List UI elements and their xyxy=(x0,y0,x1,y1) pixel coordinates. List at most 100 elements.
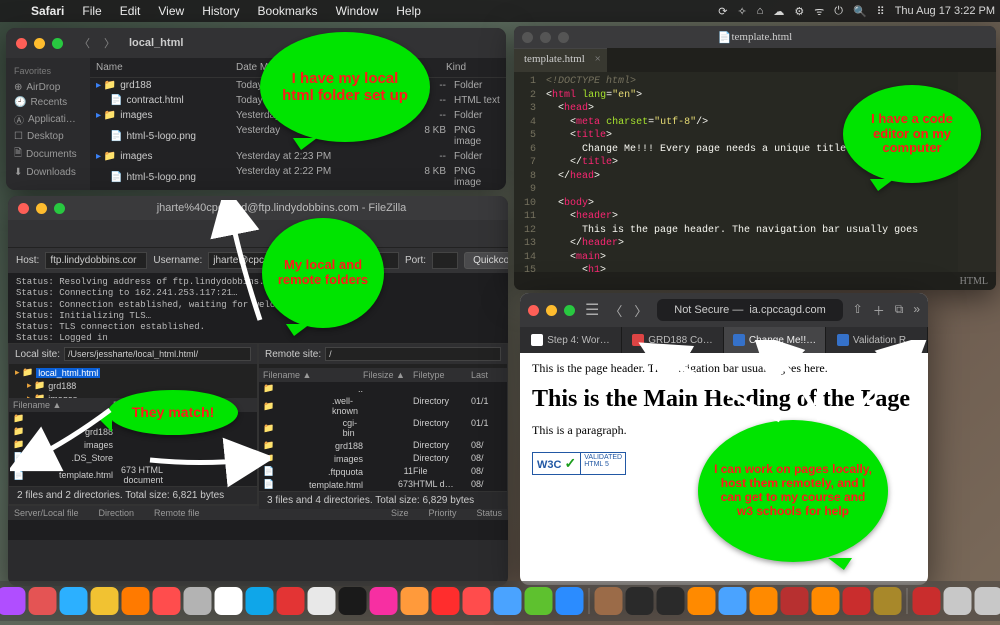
address-bar[interactable]: Not Secure — ia.cpccagd.com xyxy=(657,299,842,321)
finder-row[interactable]: 📄 html-5-logo.pngYesterday at 2:22 PM8 K… xyxy=(90,164,506,190)
overflow-icon[interactable]: » xyxy=(913,302,920,319)
editor-tab[interactable]: template.html× xyxy=(514,48,607,72)
new-tab-icon[interactable]: ＋ xyxy=(873,302,885,319)
dock-app-icon[interactable] xyxy=(595,587,623,615)
list-row[interactable]: 📄 template.html673 HTML document xyxy=(9,464,257,486)
editor-syntax[interactable]: HTML xyxy=(960,276,988,287)
col-header[interactable]: Name xyxy=(96,62,236,73)
forward-button[interactable]: 〉 xyxy=(104,35,115,51)
status-icon[interactable]: ☁ xyxy=(768,5,789,18)
close-icon[interactable]: × xyxy=(595,53,601,65)
dock-app-icon[interactable] xyxy=(308,587,336,615)
browser-tab[interactable]: Step 4: Wor… xyxy=(520,327,622,353)
local-path-input[interactable] xyxy=(64,347,251,361)
dock-app-icon[interactable] xyxy=(626,587,654,615)
back-button[interactable]: 〈 xyxy=(609,301,622,320)
dock-app-icon[interactable] xyxy=(494,587,522,615)
dock-app-icon[interactable] xyxy=(719,587,747,615)
dock-app-icon[interactable] xyxy=(525,587,553,615)
dock-app-icon[interactable] xyxy=(874,587,902,615)
browser-tab[interactable]: Validation R… xyxy=(826,327,928,353)
dock-app-icon[interactable] xyxy=(277,587,305,615)
status-icon[interactable]: ⌂ xyxy=(752,5,769,17)
filezilla-titlebar[interactable]: jharte%40cpccagd@ftp.lindydobbins.com - … xyxy=(8,196,508,220)
list-row[interactable]: 📄 .DS_Store xyxy=(9,451,257,464)
dock-app-icon[interactable] xyxy=(781,587,809,615)
dock-app-icon[interactable] xyxy=(0,587,26,615)
dock-app-icon[interactable] xyxy=(184,587,212,615)
remote-list[interactable]: Filename ▲Filesize ▲FiletypeLast 📁 ..📁 .… xyxy=(259,368,507,491)
dock-app-icon[interactable] xyxy=(215,587,243,615)
share-icon[interactable]: ⇧ xyxy=(853,302,863,319)
browser-tab[interactable]: GRD188 Co… xyxy=(622,327,724,353)
editor-titlebar[interactable]: 📄 template.html xyxy=(514,26,996,48)
dock-app-icon[interactable] xyxy=(401,587,429,615)
browser-tab[interactable]: Change Me!!… xyxy=(724,327,826,353)
status-icon[interactable]: ⚙ xyxy=(789,5,809,18)
dock-app-icon[interactable] xyxy=(370,587,398,615)
list-row[interactable]: 📁 grd188Directory08/ xyxy=(259,439,507,452)
control-center-icon[interactable]: ⠿ xyxy=(872,5,890,18)
dock-app-icon[interactable] xyxy=(246,587,274,615)
dock-app-icon[interactable] xyxy=(944,587,972,615)
dock-app-icon[interactable] xyxy=(975,587,1000,615)
list-row[interactable]: 📁 .. xyxy=(259,382,507,395)
back-button[interactable]: 〈 xyxy=(79,35,90,51)
menubar-clock[interactable]: Thu Aug 17 3:22 PM xyxy=(890,5,1000,17)
sidebar-item[interactable]: 🗎 Documents xyxy=(14,144,82,165)
list-row[interactable]: 📁 images xyxy=(9,438,257,451)
wifi-icon[interactable]: ᯤ xyxy=(809,4,829,19)
dock-app-icon[interactable] xyxy=(812,587,840,615)
quickconnect-button[interactable]: Quickco xyxy=(464,252,508,269)
sidebar-item[interactable]: ☐ Desktop xyxy=(14,129,82,144)
dock-app-icon[interactable] xyxy=(657,587,685,615)
port-input[interactable] xyxy=(432,252,458,269)
menubar-item[interactable]: Help xyxy=(387,4,430,18)
dock-app-icon[interactable] xyxy=(843,587,871,615)
sidebar-item[interactable]: 🕘 Recents xyxy=(14,95,82,110)
col-header[interactable]: Kind xyxy=(446,62,500,73)
filezilla-toolbar[interactable] xyxy=(8,220,508,248)
status-icon[interactable]: ⟳ xyxy=(713,5,732,18)
traffic-lights[interactable] xyxy=(528,305,575,316)
w3c-badge[interactable]: W3C ✓ VALIDATEDHTML 5 xyxy=(532,452,626,475)
list-row[interactable]: 📁 imagesDirectory08/ xyxy=(259,452,507,465)
dock-app-icon[interactable] xyxy=(688,587,716,615)
menubar-item[interactable]: Window xyxy=(327,4,388,18)
menubar-item[interactable]: Edit xyxy=(111,4,150,18)
tabs-icon[interactable]: ⧉ xyxy=(895,302,904,319)
status-icon[interactable]: ✧ xyxy=(732,5,751,18)
menubar-item[interactable]: History xyxy=(193,4,248,18)
dock-app-icon[interactable] xyxy=(913,587,941,615)
sidebar-item[interactable]: ⬇ Downloads xyxy=(14,165,82,180)
sidebar-item[interactable]: Ⓐ Applicati… xyxy=(14,110,82,129)
forward-button[interactable]: 〉 xyxy=(634,301,647,320)
menubar-app[interactable]: Safari xyxy=(22,4,73,18)
dock-app-icon[interactable] xyxy=(153,587,181,615)
list-row[interactable]: 📄 template.html673HTML d…08/ xyxy=(259,478,507,491)
menubar-item[interactable]: View xyxy=(149,4,193,18)
list-row[interactable]: 📁 cgi-binDirectory01/1 xyxy=(259,417,507,439)
dock-app-icon[interactable] xyxy=(556,587,584,615)
dock-app-icon[interactable] xyxy=(122,587,150,615)
sidebar-item[interactable]: ⊕ AirDrop xyxy=(14,80,82,95)
battery-icon[interactable]: ⏻ xyxy=(829,5,848,18)
menubar-item[interactable]: File xyxy=(73,4,110,18)
dock-app-icon[interactable] xyxy=(339,587,367,615)
finder-row[interactable]: ▸ 📁 imagesYesterday at 2:23 PM--Folder xyxy=(90,149,506,164)
dock-app-icon[interactable] xyxy=(432,587,460,615)
list-row[interactable]: 📁 .well-knownDirectory01/1 xyxy=(259,395,507,417)
local-tree[interactable]: ▸ 📁 local_html.html▸ 📁 grd188▸ 📁 images▸… xyxy=(9,364,257,398)
dock-app-icon[interactable] xyxy=(463,587,491,615)
search-icon[interactable]: 🔍 xyxy=(848,5,872,18)
dock-app-icon[interactable] xyxy=(60,587,88,615)
dock-app-icon[interactable] xyxy=(750,587,778,615)
finder-titlebar[interactable]: 〈〉 local_html xyxy=(6,28,506,58)
menubar-item[interactable]: Bookmarks xyxy=(249,4,327,18)
sidebar-icon[interactable]: ☰ xyxy=(585,300,599,320)
dock-app-icon[interactable] xyxy=(91,587,119,615)
remote-path-input[interactable] xyxy=(325,347,501,361)
traffic-lights[interactable] xyxy=(16,38,63,49)
host-input[interactable] xyxy=(45,252,147,269)
list-row[interactable]: 📄 .ftpquota11File08/ xyxy=(259,465,507,478)
